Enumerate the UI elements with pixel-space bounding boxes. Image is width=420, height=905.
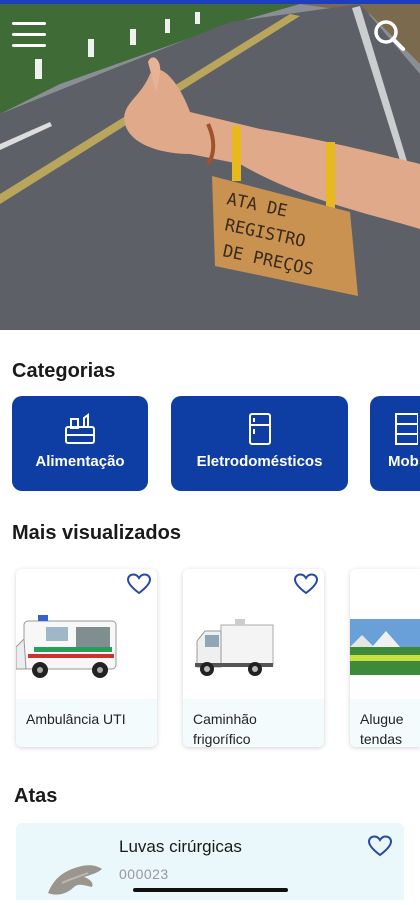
category-label: Alimentação [35, 453, 125, 470]
categories-title: Categorias [12, 360, 116, 382]
hero-banner: ATA DE REGISTRO DE PREÇOS [0, 4, 420, 330]
gloves-image [44, 853, 108, 905]
product-card-tendas[interactable]: Alugue tendas [350, 569, 420, 747]
category-label: Eletrodomésticos [196, 453, 323, 470]
hero-image: ATA DE REGISTRO DE PREÇOS [0, 4, 420, 330]
ambulance-image [16, 599, 157, 709]
ata-code: 000023 [119, 866, 169, 882]
truck-image [183, 599, 324, 709]
favorite-heart-icon[interactable] [126, 573, 152, 600]
atas-title: Atas [14, 785, 58, 807]
food-basket-icon [63, 412, 97, 451]
category-alimentacao[interactable]: Alimentação [12, 396, 148, 491]
refrigerator-icon [245, 412, 275, 451]
category-mob[interactable]: Mob [370, 396, 420, 491]
most-viewed-title: Mais visualizados [12, 522, 181, 544]
ata-title: Luvas cirúrgicas [119, 837, 242, 856]
category-eletrodomesticos[interactable]: Eletrodomésticos [171, 396, 348, 491]
category-label: Mob [388, 453, 419, 470]
card-label: Alugue tendas [360, 711, 404, 747]
product-card-caminhao[interactable]: Caminhão frigorífico [183, 569, 324, 747]
hamburger-menu-icon[interactable] [12, 20, 48, 50]
furniture-icon [388, 412, 419, 451]
favorite-heart-icon[interactable] [293, 573, 319, 600]
tent-image [350, 599, 420, 709]
home-indicator[interactable] [133, 888, 288, 892]
card-label: Caminhão frigorífico [193, 711, 257, 747]
favorite-heart-icon[interactable] [367, 835, 393, 862]
card-label: Ambulância UTI [26, 711, 126, 727]
product-card-ambulancia[interactable]: Ambulância UTI [16, 569, 157, 747]
search-icon[interactable] [372, 18, 406, 52]
